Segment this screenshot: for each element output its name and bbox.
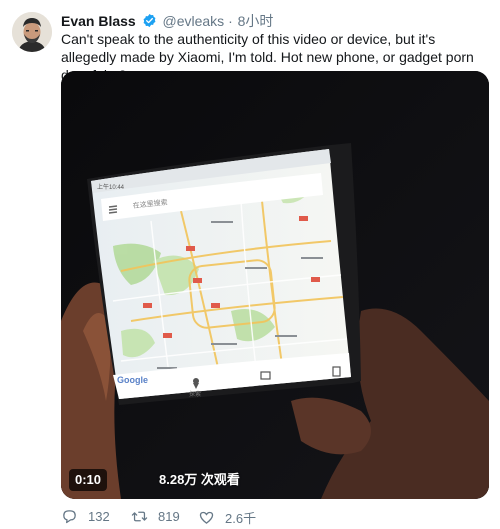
verified-badge-icon (143, 13, 156, 28)
tweet-timestamp[interactable]: 8小时 (238, 13, 274, 29)
tweet[interactable]: Evan Blass @evleaks · 8小时 Can't speak to… (0, 0, 500, 529)
author-handle[interactable]: @evleaks (163, 13, 225, 29)
author-name[interactable]: Evan Blass (61, 13, 136, 29)
heart-icon (199, 511, 214, 524)
avatar[interactable] (12, 12, 52, 52)
separator-dot: · (228, 13, 233, 29)
retweet-count: 819 (158, 509, 180, 524)
phone-status-time: 上午10:44 (97, 183, 125, 191)
video-duration-badge: 0:10 (69, 469, 108, 491)
tweet-actions: 132 819 2.6千 (61, 508, 481, 528)
reply-button[interactable]: 132 (61, 508, 110, 525)
phone-nav-label: 探索 (189, 390, 201, 398)
google-logo: Google (117, 375, 148, 385)
retweet-icon (131, 511, 148, 522)
reply-count: 132 (88, 509, 110, 524)
video-view-count: 8.28万 次观看 (159, 472, 240, 487)
video-frame: 上午10:44 在这里搜索 Google 探索 (61, 71, 489, 499)
like-count: 2.6千 (225, 511, 257, 526)
avatar-portrait-icon (12, 12, 52, 52)
tweet-header: Evan Blass @evleaks · 8小时 (61, 12, 273, 30)
video-player[interactable]: 上午10:44 在这里搜索 Google 探索 0:10 8.28万 次观看 (61, 71, 489, 499)
like-button[interactable]: 2.6千 (198, 508, 256, 527)
reply-icon (63, 510, 76, 524)
retweet-button[interactable]: 819 (131, 508, 180, 525)
